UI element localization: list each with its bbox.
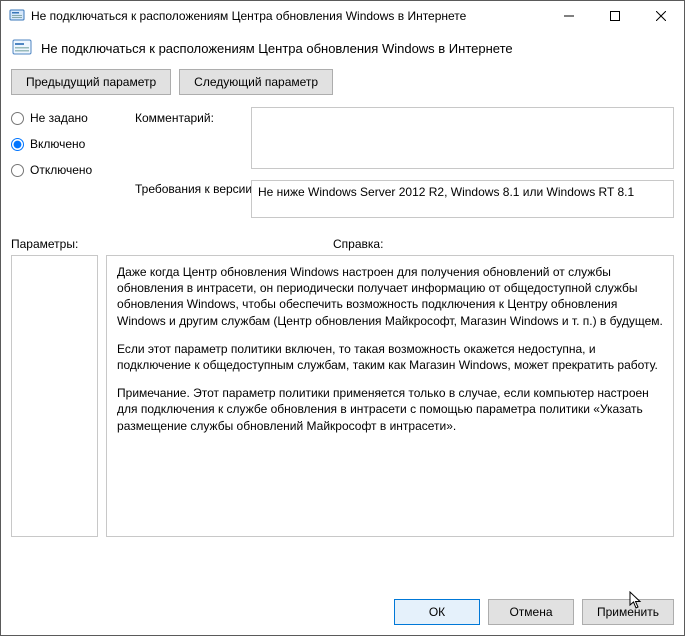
minimize-button[interactable] — [546, 1, 592, 31]
titlebar: Не подключаться к расположениям Центра о… — [1, 1, 684, 31]
next-setting-button[interactable]: Следующий параметр — [179, 69, 333, 95]
policy-subheader: Не подключаться к расположениям Центра о… — [1, 31, 684, 69]
ok-button[interactable]: ОК — [394, 599, 480, 625]
policy-subtitle: Не подключаться к расположениям Центра о… — [41, 41, 513, 56]
app-icon — [9, 8, 25, 24]
radio-disabled[interactable]: Отключено — [11, 163, 129, 177]
comment-label: Комментарий: — [135, 107, 245, 125]
window-title: Не подключаться к расположениям Центра о… — [31, 9, 546, 23]
parameters-label: Параметры: — [11, 237, 333, 251]
cancel-button[interactable]: Отмена — [488, 599, 574, 625]
state-radio-group: Не задано Включено Отключено — [11, 107, 129, 221]
apply-button[interactable]: Применить — [582, 599, 674, 625]
previous-setting-button[interactable]: Предыдущий параметр — [11, 69, 171, 95]
radio-not-configured-label: Не задано — [30, 111, 88, 125]
radio-enabled[interactable]: Включено — [11, 137, 129, 151]
parameters-pane — [11, 255, 98, 537]
maximize-button[interactable] — [592, 1, 638, 31]
window-controls — [546, 1, 684, 31]
radio-disabled-label: Отключено — [30, 163, 92, 177]
requirements-textarea[interactable] — [251, 180, 674, 218]
help-paragraph-2: Если этот параметр политики включен, то … — [117, 341, 663, 373]
radio-enabled-input[interactable] — [11, 138, 24, 151]
radio-enabled-label: Включено — [30, 137, 85, 151]
policy-editor-window: Не подключаться к расположениям Центра о… — [0, 0, 685, 636]
help-paragraph-1: Даже когда Центр обновления Windows наст… — [117, 264, 663, 329]
panes: Даже когда Центр обновления Windows наст… — [1, 255, 684, 591]
help-paragraph-3: Примечание. Этот параметр политики приме… — [117, 385, 663, 434]
policy-icon — [11, 37, 33, 59]
comment-textarea[interactable] — [251, 107, 674, 169]
nav-row: Предыдущий параметр Следующий параметр — [1, 69, 684, 105]
radio-disabled-input[interactable] — [11, 164, 24, 177]
close-button[interactable] — [638, 1, 684, 31]
config-grid: Не задано Включено Отключено Комментарий… — [1, 105, 684, 227]
help-label: Справка: — [333, 237, 383, 251]
radio-not-configured-input[interactable] — [11, 112, 24, 125]
help-text: Даже когда Центр обновления Windows наст… — [107, 256, 673, 454]
dialog-footer: ОК Отмена Применить — [1, 591, 684, 635]
help-pane[interactable]: Даже когда Центр обновления Windows наст… — [106, 255, 674, 537]
panes-header: Параметры: Справка: — [1, 227, 684, 255]
requirements-label: Требования к версии: — [135, 180, 245, 221]
radio-not-configured[interactable]: Не задано — [11, 111, 129, 125]
